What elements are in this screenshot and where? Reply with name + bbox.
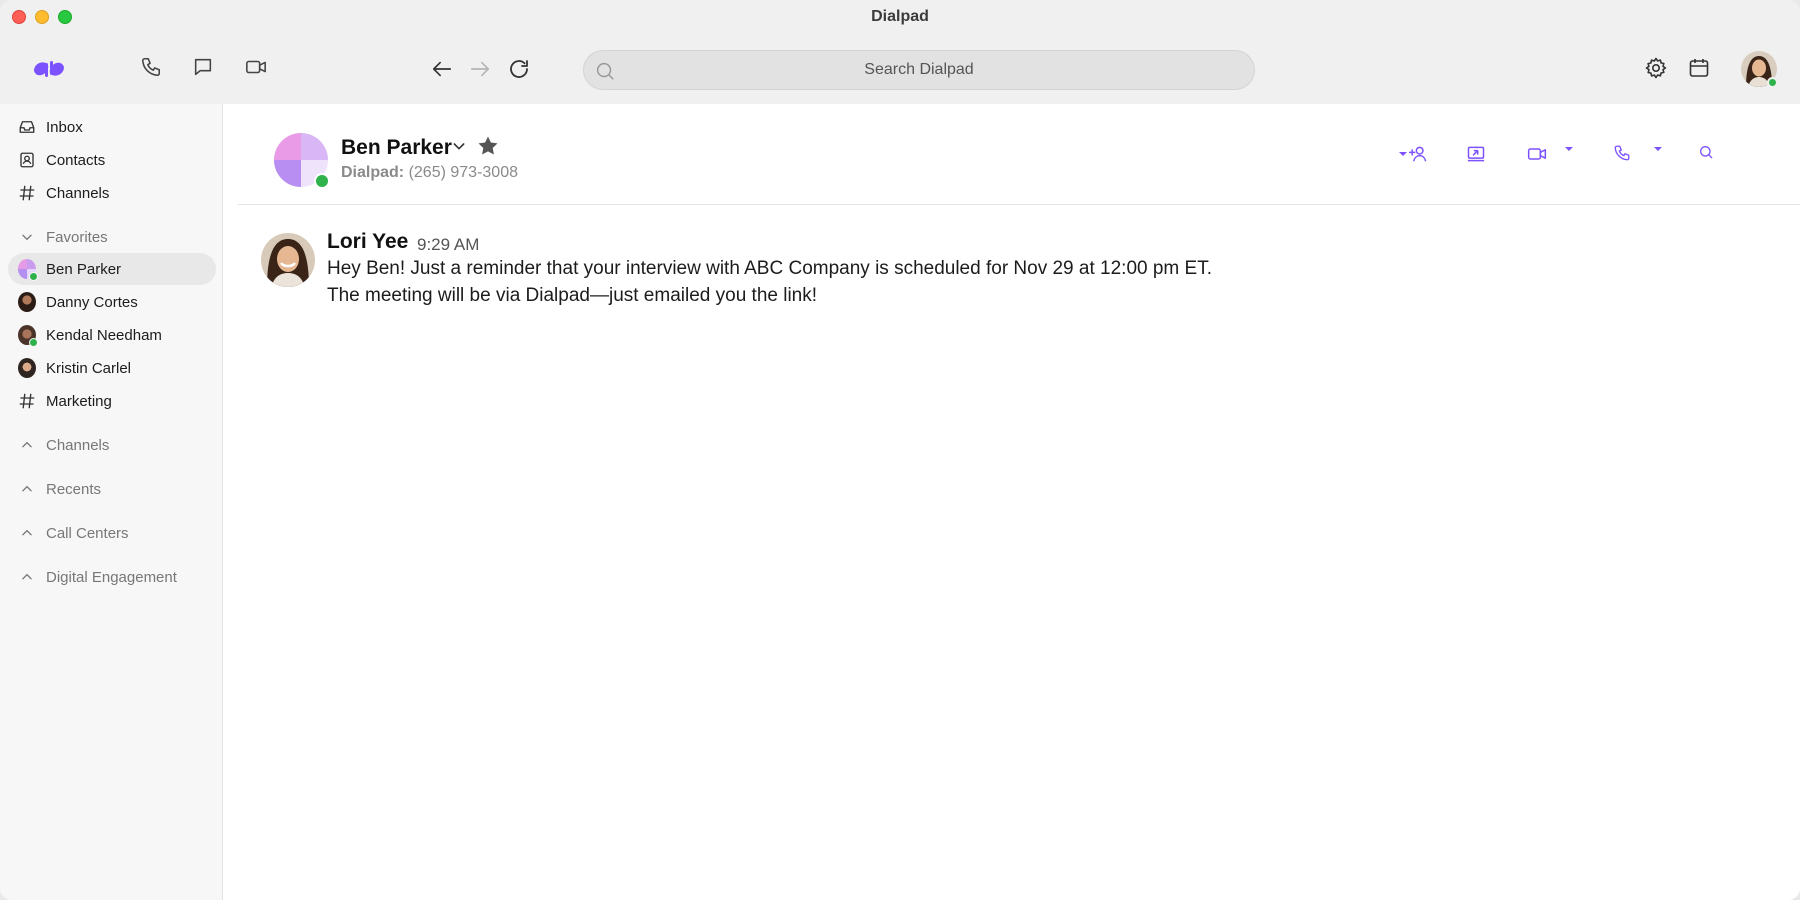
search-icon [594,60,616,87]
inbox-icon [18,118,36,136]
dialpad-logo-icon[interactable] [30,53,68,85]
video-call-button[interactable] [1526,144,1548,164]
sidebar-item-label: Kendal Needham [46,326,162,344]
chevron-up-icon [18,436,36,454]
hash-icon [18,392,36,410]
contact-name[interactable]: Ben Parker [341,136,452,160]
minimize-window-button[interactable] [35,10,49,24]
section-recents[interactable]: Recents [8,474,216,504]
search-bar[interactable] [583,50,1255,90]
user-avatar[interactable] [1741,51,1778,88]
sidebar-item-inbox[interactable]: Inbox [8,111,216,143]
online-status-dot [1767,77,1778,88]
window-controls [12,10,72,24]
chevron-up-icon [18,524,36,542]
contact-avatar [18,259,38,281]
sidebar-item-label: Contacts [46,151,106,169]
sidebar: Inbox Contacts Channels Favorites Ben Pa… [0,104,223,900]
sidebar-item-label: Danny Cortes [46,293,138,311]
screen-share-icon [1467,146,1485,162]
sidebar-item-kristin-carlel[interactable]: Kristin Carlel [8,352,216,384]
section-call-centers[interactable]: Call Centers [8,518,216,548]
voice-call-button[interactable] [1613,144,1631,162]
sidebar-item-ben-parker[interactable]: Ben Parker [8,253,216,285]
chevron-down-icon[interactable] [451,138,467,159]
window-title: Dialpad [871,8,929,25]
call-options-dropdown[interactable] [1653,144,1663,154]
sidebar-item-label: Inbox [46,118,83,136]
refresh-icon[interactable] [505,56,533,82]
search-conversation-button[interactable] [1698,144,1714,160]
message-timestamp: 9:29 AM [417,235,480,254]
sidebar-item-contacts[interactable]: Contacts [8,144,216,176]
section-favorites[interactable]: Favorites [8,222,216,252]
phone-icon [1614,145,1630,161]
section-label: Call Centers [46,524,129,542]
search-icon [1700,146,1713,159]
calendar-icon[interactable] [1685,54,1713,82]
messages-icon[interactable] [190,54,216,80]
phone-icon[interactable] [138,54,164,80]
caret-down-icon [1565,147,1573,151]
sidebar-item-label: Channels [46,184,110,202]
message-text-line: Hey Ben! Just a reminder that your inter… [327,258,1212,279]
section-label: Channels [46,436,110,454]
maximize-window-button[interactable] [58,10,72,24]
sidebar-item-label: Marketing [46,392,112,410]
video-options-dropdown[interactable] [1564,144,1574,154]
chevron-up-icon [18,568,36,586]
conversation-header: Ben Parker Dialpad: (265) 973-3008 [238,104,1800,205]
message-author: Lori Yee [327,230,409,253]
screen-share-button[interactable] [1466,144,1486,164]
online-status-dot [29,272,38,281]
contacts-icon [18,151,36,169]
section-channels[interactable]: Channels [8,430,216,460]
title-bar: Dialpad [0,0,1800,34]
video-icon [1527,148,1547,160]
hash-icon [18,184,36,202]
message-author-avatar[interactable] [260,232,316,288]
contact-avatar[interactable] [274,133,330,189]
star-icon[interactable] [476,134,500,163]
online-status-dot [29,338,38,347]
conversation-pane: Ben Parker Dialpad: (265) 973-3008 Lori … [224,104,1800,900]
back-arrow-icon[interactable] [428,56,456,82]
add-participant-button[interactable] [1398,144,1428,164]
sidebar-item-danny-cortes[interactable]: Danny Cortes [8,286,216,318]
sidebar-item-channels[interactable]: Channels [8,177,216,209]
caret-down-icon [1399,152,1407,156]
contact-phone[interactable]: (265) 973-3008 [409,164,518,181]
sidebar-item-label: Ben Parker [46,260,122,278]
sidebar-item-kendal-needham[interactable]: Kendal Needham [8,319,216,351]
sidebar-item-marketing[interactable]: Marketing [8,385,216,417]
section-label: Recents [46,480,102,498]
chevron-down-icon [18,228,36,246]
section-digital-engagement[interactable]: Digital Engagement [8,562,216,592]
search-input[interactable] [584,51,1254,89]
app-window: Dialpad Search Dialpad Inbox Contacts Ch… [0,0,1800,900]
section-label: Favorites [46,228,108,246]
video-icon[interactable] [242,54,270,80]
contact-avatar [18,292,36,312]
top-toolbar [0,34,1800,104]
online-status-dot [314,173,330,189]
forward-arrow-icon[interactable] [466,56,494,82]
contact-phone-line: Dialpad: (265) 973-3008 [341,164,518,182]
section-label: Digital Engagement [46,568,177,586]
message-text-line: The meeting will be via Dialpad—just ema… [327,285,818,306]
close-window-button[interactable] [12,10,26,24]
contact-source-label: Dialpad: [341,164,405,181]
add-user-icon [1408,146,1427,162]
settings-gear-icon[interactable] [1642,54,1670,82]
contact-avatar [18,358,36,378]
contact-avatar [18,325,38,347]
caret-down-icon [1654,147,1662,151]
chevron-up-icon [18,480,36,498]
sidebar-item-label: Kristin Carlel [46,359,132,377]
